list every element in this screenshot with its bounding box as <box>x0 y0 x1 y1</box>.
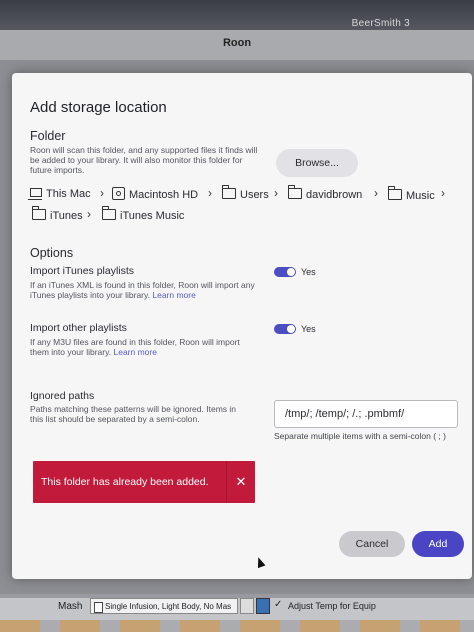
path-item-users[interactable]: Users <box>222 185 269 201</box>
path-item-this-mac[interactable]: This Mac <box>28 188 91 200</box>
import-itunes-toggle-label: Yes <box>301 267 316 277</box>
learn-more-link[interactable]: Learn more <box>152 290 195 300</box>
error-banner: This folder has already been added. ✕ <box>33 461 255 503</box>
import-other-label: Import other playlists <box>30 322 127 334</box>
mash-profile-field[interactable]: Single Infusion, Light Body, No Mas <box>90 598 238 614</box>
import-other-description: If any M3U files are found in this folde… <box>30 337 240 357</box>
error-message: This folder has already been added. <box>41 476 209 488</box>
import-other-toggle-label: Yes <box>301 324 316 334</box>
ignored-paths-hint: Separate multiple items with a semi-colo… <box>274 431 446 441</box>
import-itunes-label: Import iTunes playlists <box>30 265 135 277</box>
import-itunes-toggle[interactable] <box>274 267 296 277</box>
close-icon[interactable]: ✕ <box>226 461 255 503</box>
chevron-right-icon: › <box>208 186 212 200</box>
ignored-paths-description: Paths matching these patterns will be ig… <box>30 404 236 424</box>
chevron-right-icon: › <box>100 186 104 200</box>
chevron-right-icon: › <box>441 186 445 200</box>
hard-drive-icon <box>112 187 125 200</box>
edit-tool-icon[interactable] <box>240 598 254 614</box>
decorative-stripe <box>0 620 474 632</box>
ignored-paths-heading: Ignored paths <box>30 390 95 402</box>
background-app-label: BeerSmith 3 <box>351 18 410 29</box>
dialog-title: Add storage location <box>30 99 167 116</box>
add-storage-dialog: Add storage location Folder Roon will sc… <box>12 73 472 579</box>
background-mash-row: Mash Single Infusion, Light Body, No Mas… <box>0 594 474 632</box>
laptop-icon <box>28 188 42 200</box>
path-item-music[interactable]: Music <box>388 186 435 202</box>
folder-icon <box>32 206 46 220</box>
import-other-toggle[interactable] <box>274 324 296 334</box>
path-item-itunes-music[interactable]: iTunes Music <box>102 206 184 222</box>
adjust-temp-label: Adjust Temp for Equip <box>288 601 376 611</box>
adjust-temp-checkbox[interactable]: ✓ <box>274 599 282 610</box>
browse-button[interactable]: Browse... <box>276 149 358 177</box>
save-tool-icon[interactable] <box>256 598 270 614</box>
chevron-right-icon: › <box>274 186 278 200</box>
import-itunes-description: If an iTunes XML is found in this folder… <box>30 280 255 300</box>
window-title-bar: Roon <box>0 30 474 61</box>
mash-label: Mash <box>58 601 83 612</box>
options-heading: Options <box>30 246 74 260</box>
os-top-bar: BeerSmith 3 <box>0 0 474 30</box>
folder-icon <box>102 206 116 220</box>
learn-more-link[interactable]: Learn more <box>113 347 156 357</box>
document-icon <box>94 602 103 613</box>
folder-icon <box>288 185 302 199</box>
folder-icon <box>388 186 402 200</box>
folder-description: Roon will scan this folder, and any supp… <box>30 145 258 175</box>
add-button[interactable]: Add <box>412 531 464 557</box>
ignored-paths-input[interactable]: /tmp/; /temp/; /.; .pmbmf/ <box>274 400 458 428</box>
cancel-button[interactable]: Cancel <box>339 531 405 557</box>
folder-heading: Folder <box>30 129 66 143</box>
window-title: Roon <box>222 37 252 49</box>
path-item-davidbrown[interactable]: davidbrown <box>288 185 362 201</box>
path-item-itunes[interactable]: iTunes <box>32 206 83 222</box>
folder-icon <box>222 185 236 199</box>
chevron-right-icon: › <box>87 207 91 221</box>
chevron-right-icon: › <box>374 186 378 200</box>
path-item-macintosh-hd[interactable]: Macintosh HD <box>112 187 198 201</box>
